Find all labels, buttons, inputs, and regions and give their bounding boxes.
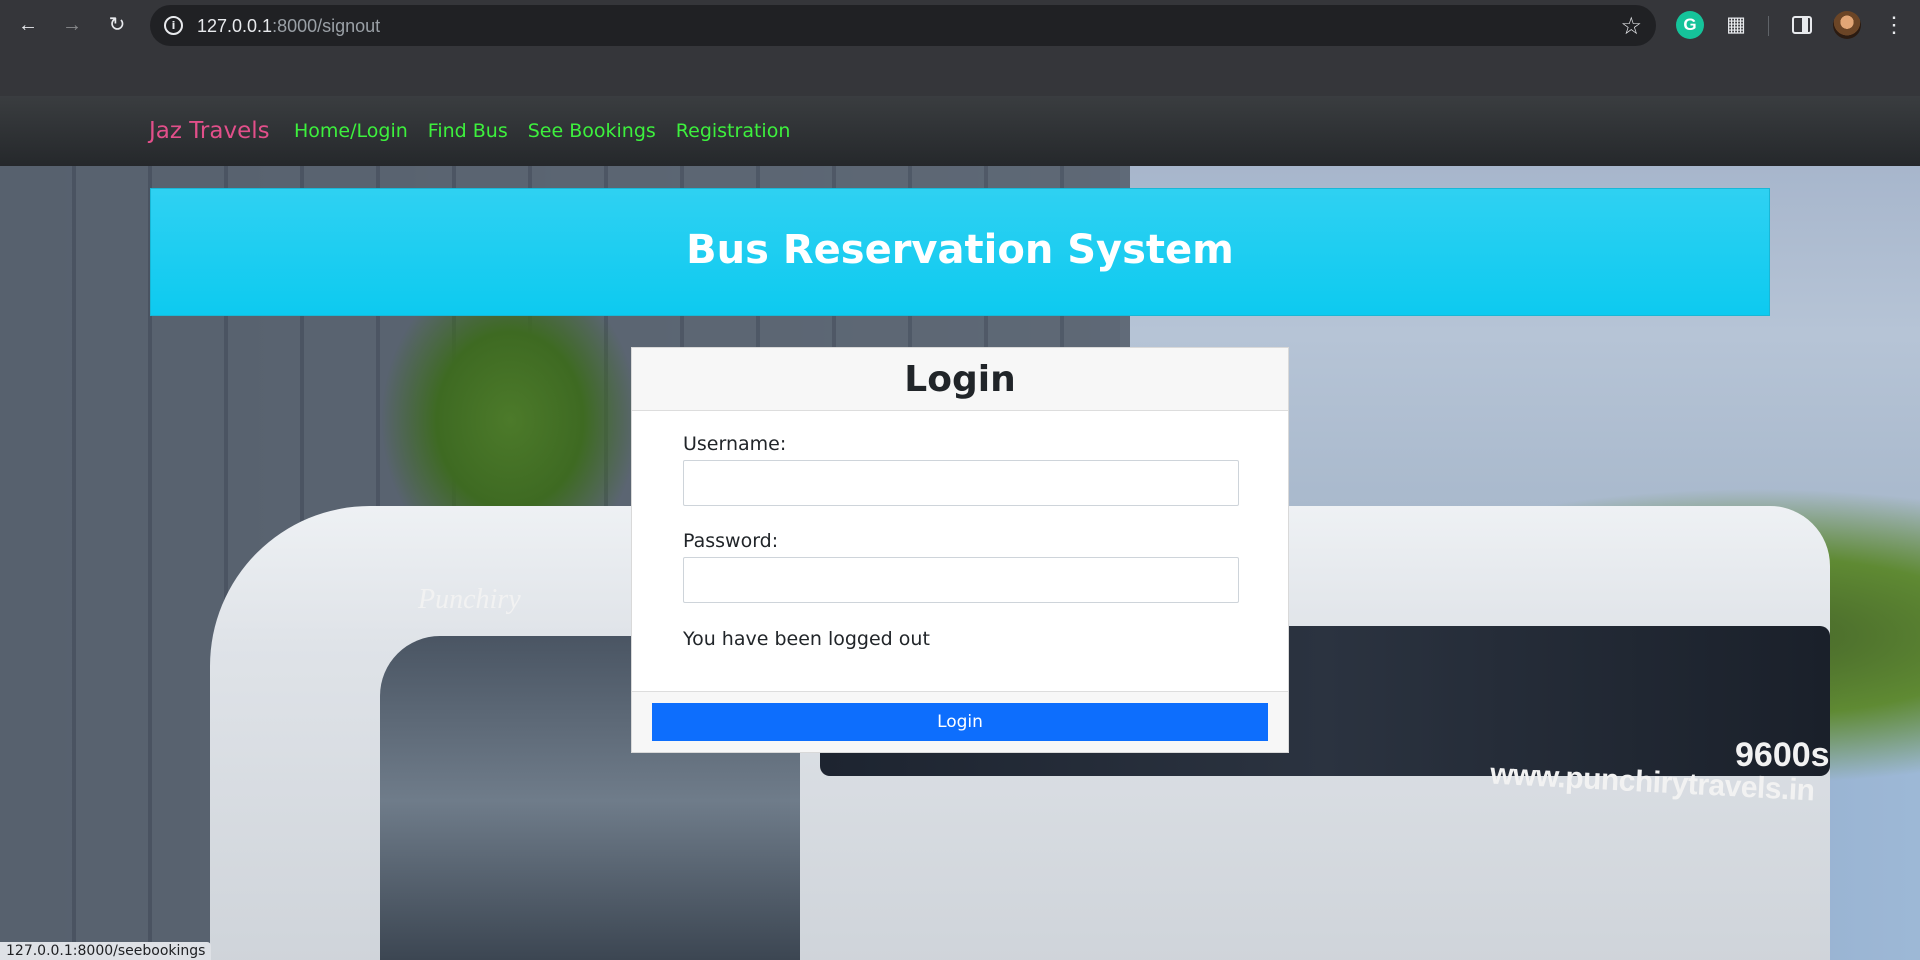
- browser-chrome: ← → ↻ i 127.0.0.1:8000/signout ☆ G ▦ ⋮: [0, 0, 1920, 96]
- password-input[interactable]: [683, 557, 1239, 603]
- nav-link-home-login[interactable]: Home/Login: [294, 120, 408, 142]
- side-panel-icon[interactable]: [1788, 11, 1816, 39]
- hero-banner: Bus Reservation System: [150, 188, 1770, 316]
- password-label: Password:: [683, 530, 779, 552]
- back-icon[interactable]: ←: [14, 11, 42, 39]
- nav-link-registration[interactable]: Registration: [676, 120, 791, 142]
- hero-title: Bus Reservation System: [686, 227, 1234, 273]
- nav-link-see-bookings[interactable]: See Bookings: [528, 120, 656, 142]
- url-host: 127.0.0.1: [197, 16, 273, 36]
- more-menu-icon[interactable]: ⋮: [1880, 11, 1908, 39]
- login-title: Login: [904, 359, 1016, 400]
- profile-avatar[interactable]: [1833, 11, 1861, 39]
- login-card-footer: Login: [632, 691, 1288, 752]
- username-input[interactable]: [683, 460, 1239, 506]
- bus-logo-text: Punchiry: [418, 584, 521, 615]
- bus-model-text: 9600s: [1735, 736, 1830, 774]
- nav-link-find-bus[interactable]: Find Bus: [428, 120, 508, 142]
- login-card: Login Username: Password: You have been …: [631, 347, 1289, 753]
- url-path: :8000/signout: [272, 16, 381, 36]
- toolbar-divider: [1768, 16, 1769, 36]
- login-button[interactable]: Login: [652, 703, 1268, 741]
- login-card-header: Login: [632, 348, 1288, 411]
- extensions-icon[interactable]: ▦: [1722, 11, 1750, 39]
- site-navbar: Jaz Travels Home/Login Find Bus See Book…: [0, 96, 1920, 166]
- web-page: Punchiry www.punchirytravels.in 9600s Ja…: [0, 96, 1920, 960]
- browser-toolbar: ← → ↻ i 127.0.0.1:8000/signout ☆ G ▦ ⋮: [0, 0, 1920, 50]
- logout-message: You have been logged out: [683, 628, 930, 650]
- nav-links: Home/Login Find Bus See Bookings Registr…: [294, 120, 790, 142]
- site-info-icon[interactable]: i: [164, 16, 183, 35]
- brand-link[interactable]: Jaz Travels: [149, 118, 270, 144]
- grammarly-icon[interactable]: G: [1676, 11, 1704, 39]
- bookmark-star-icon[interactable]: ☆: [1620, 12, 1642, 41]
- reload-icon[interactable]: ↻: [103, 11, 131, 39]
- username-label: Username:: [683, 433, 787, 455]
- address-bar[interactable]: i 127.0.0.1:8000/signout ☆: [150, 5, 1656, 46]
- forward-icon[interactable]: →: [58, 11, 86, 39]
- status-bar-url: 127.0.0.1:8000/seebookings: [0, 942, 212, 960]
- address-url[interactable]: 127.0.0.1:8000/signout: [197, 16, 380, 37]
